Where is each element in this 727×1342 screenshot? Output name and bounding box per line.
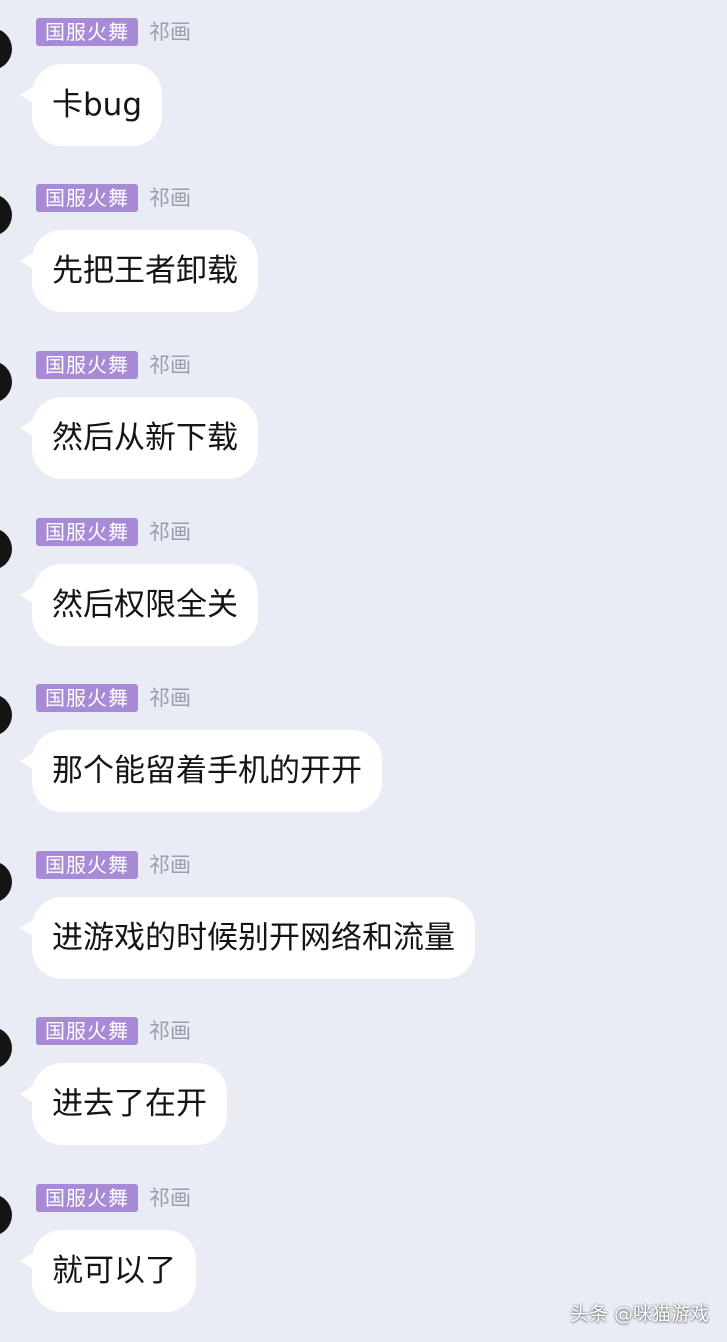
chat-message: 国服火舞 祁画 进去了在开 [0,999,727,1159]
sender-name: 祁画 [149,20,191,44]
message-bubble[interactable]: 那个能留着手机的开开 [32,730,382,812]
rank-badge: 国服火舞 [36,684,138,712]
chat-message: 国服火舞 祁画 卡bug [0,0,727,160]
sender-name: 祁画 [149,1186,191,1210]
rank-badge: 国服火舞 [36,851,138,879]
message-bubble[interactable]: 先把王者卸载 [32,230,258,312]
rank-badge: 国服火舞 [36,518,138,546]
sender-name: 祁画 [149,520,191,544]
chat-message: 国服火舞 祁画 先把王者卸载 [0,166,727,326]
avatar[interactable] [0,1194,12,1236]
watermark: 头条 @咪猫游戏 [569,1303,709,1325]
chat-message: 国服火舞 祁画 然后从新下载 [0,333,727,493]
rank-badge: 国服火舞 [36,1017,138,1045]
chat-message-list: 国服火舞 祁画 卡bug 国服火舞 祁画 先把王者卸载 国服火舞 祁画 然后从新… [0,0,727,1342]
avatar[interactable] [0,361,12,403]
rank-badge: 国服火舞 [36,351,138,379]
avatar[interactable] [0,528,12,570]
message-bubble[interactable]: 然后从新下载 [32,397,258,479]
message-bubble[interactable]: 就可以了 [32,1230,196,1312]
avatar[interactable] [0,28,12,70]
sender-name: 祁画 [149,1019,191,1043]
sender-name: 祁画 [149,853,191,877]
avatar[interactable] [0,694,12,736]
sender-name: 祁画 [149,353,191,377]
chat-message: 国服火舞 祁画 然后权限全关 [0,500,727,660]
rank-badge: 国服火舞 [36,1184,138,1212]
avatar[interactable] [0,861,12,903]
sender-name: 祁画 [149,186,191,210]
sender-name: 祁画 [149,686,191,710]
message-bubble[interactable]: 卡bug [32,64,163,146]
chat-message: 国服火舞 祁画 那个能留着手机的开开 [0,666,727,826]
avatar[interactable] [0,194,12,236]
message-bubble[interactable]: 然后权限全关 [32,564,258,646]
rank-badge: 国服火舞 [36,18,138,46]
avatar[interactable] [0,1027,12,1069]
chat-message: 国服火舞 祁画 进游戏的时候别开网络和流量 [0,833,727,993]
rank-badge: 国服火舞 [36,184,138,212]
message-bubble[interactable]: 进游戏的时候别开网络和流量 [32,897,475,979]
message-bubble[interactable]: 进去了在开 [32,1063,227,1145]
